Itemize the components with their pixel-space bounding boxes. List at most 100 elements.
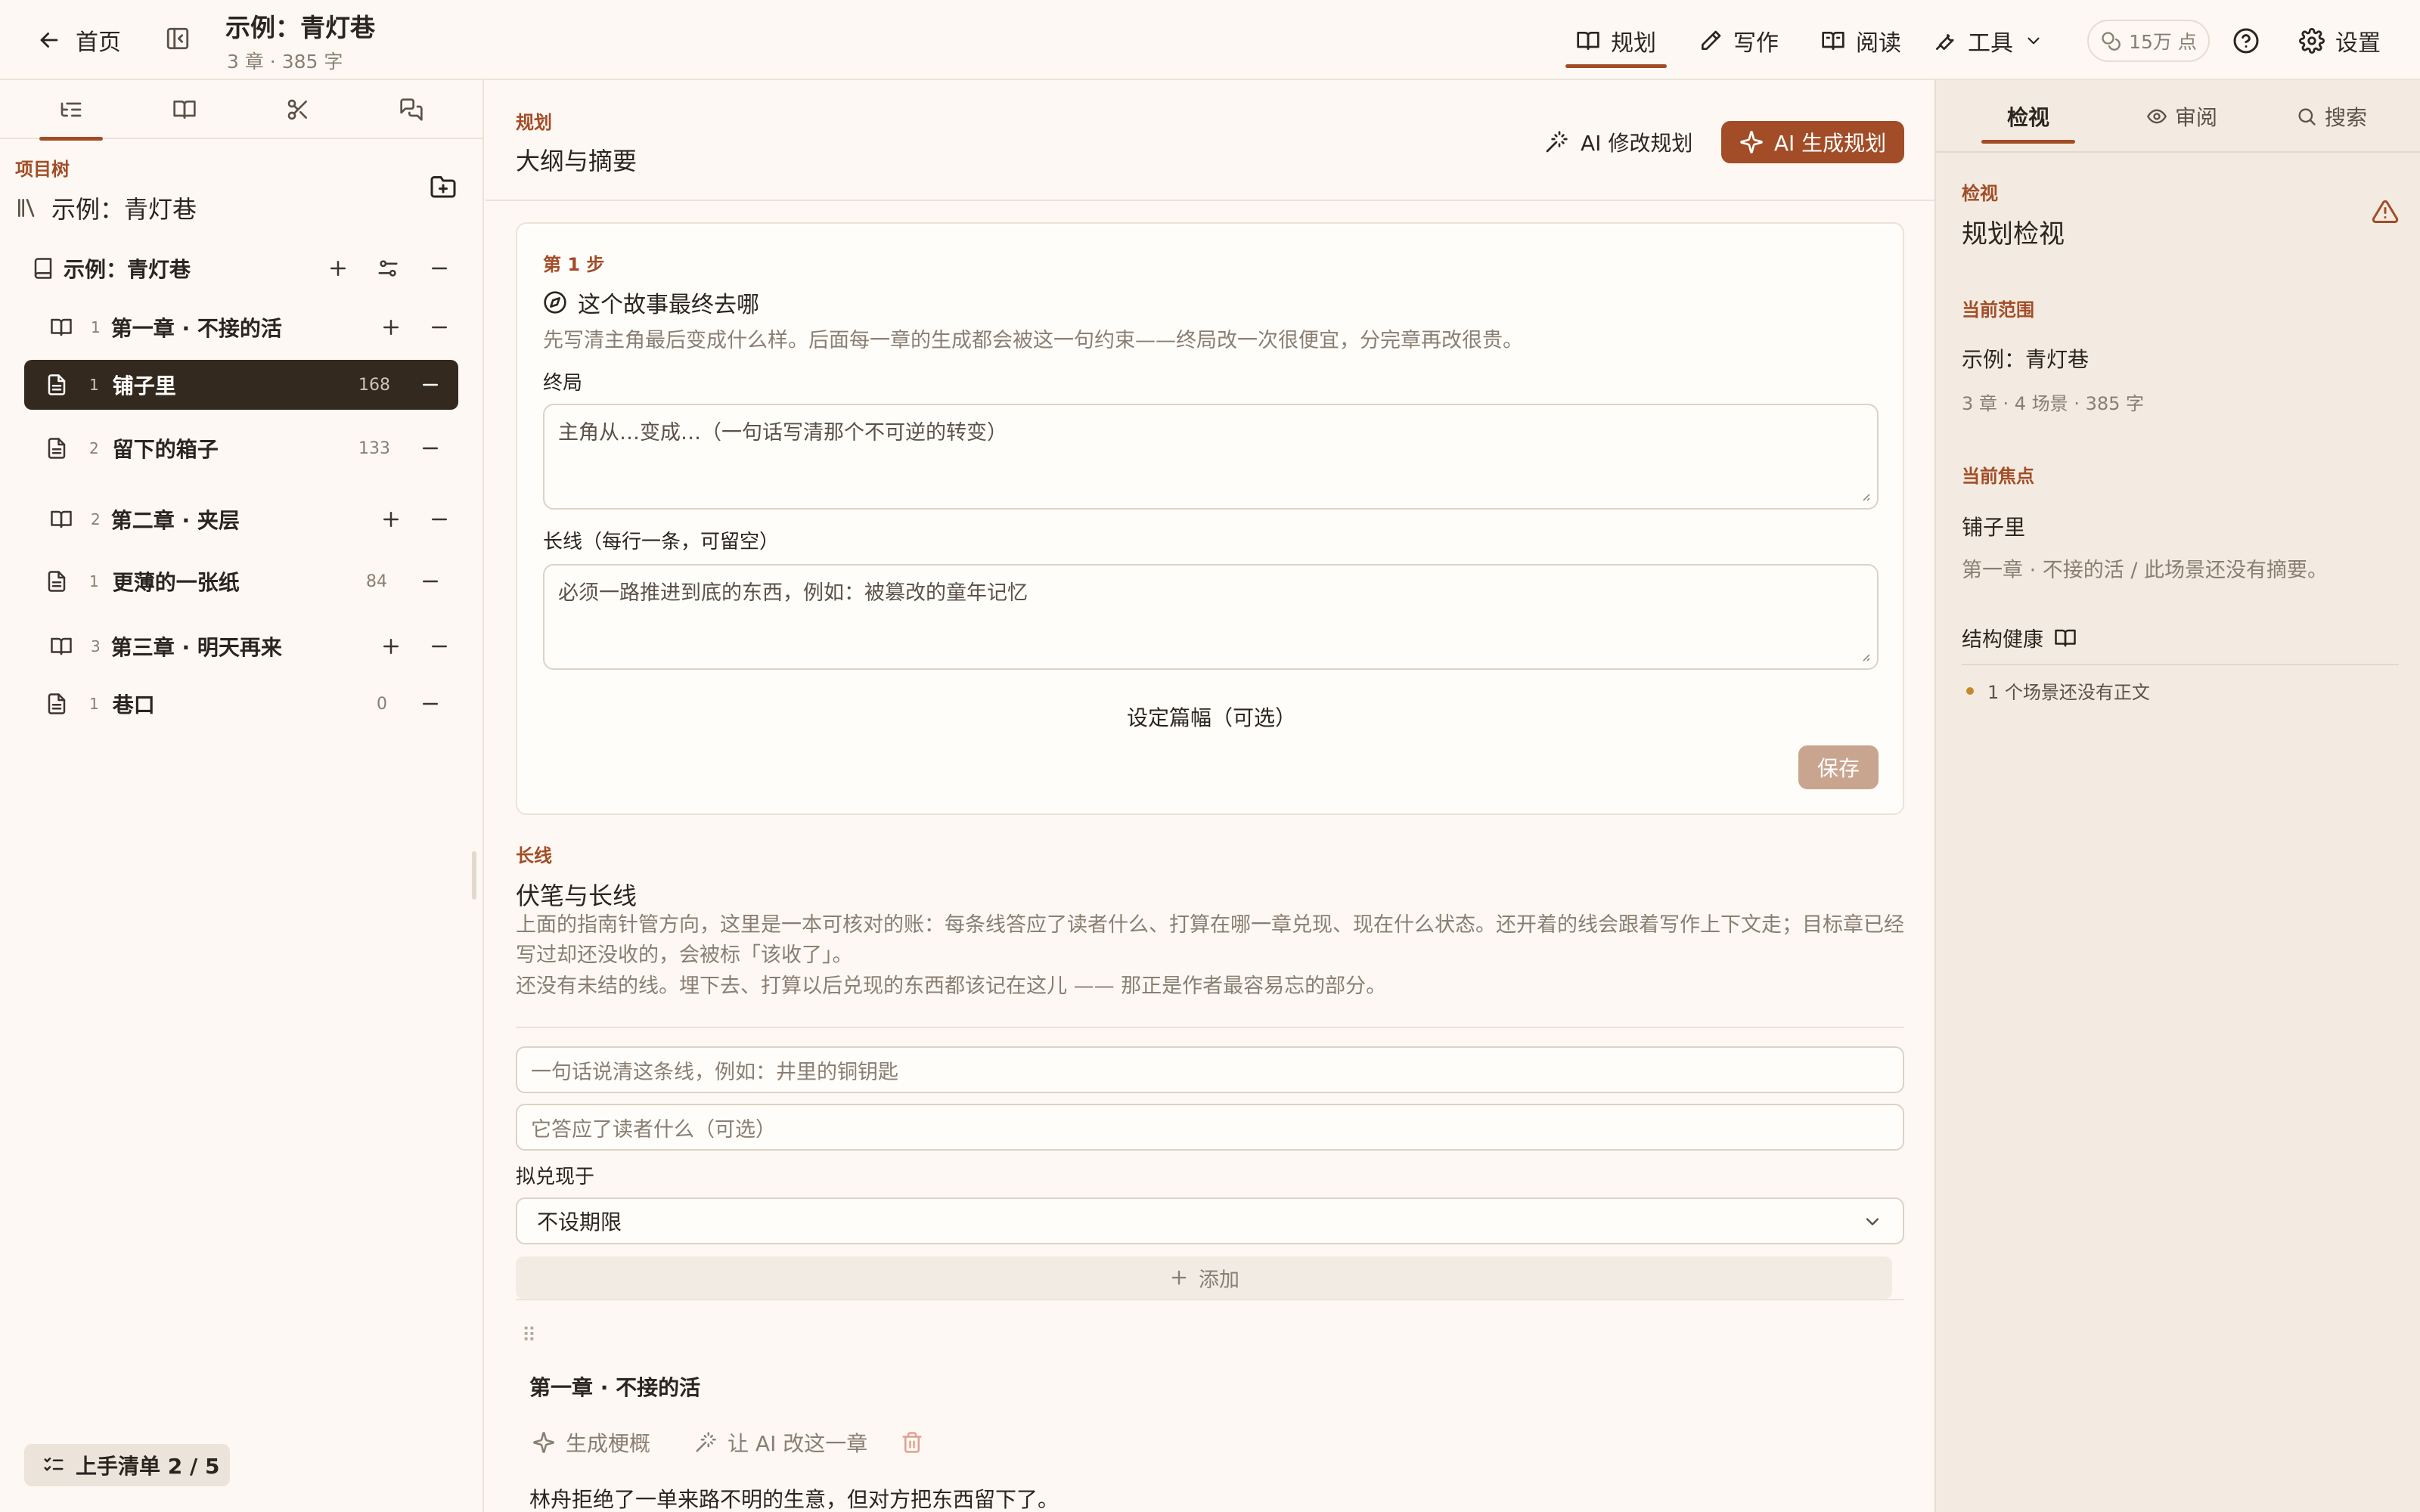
- mode-tabs: 规划 写作 阅读: [1565, 20, 1912, 68]
- top-bar: 首页 示例：青灯巷 3 章 · 385 字 规划 写作 阅读 工具 15万 点 …: [0, 0, 2420, 80]
- tools-menu-button[interactable]: 工具: [1933, 20, 2043, 62]
- ai-edit-chapter-label: 让 AI 改这一章: [728, 1431, 868, 1456]
- add-line-button[interactable]: 添加: [516, 1256, 1892, 1299]
- chevron-down-icon: [2024, 31, 2043, 51]
- back-home-button[interactable]: 首页: [36, 23, 121, 57]
- warning-icon[interactable]: [2372, 198, 2399, 225]
- ai-modify-plan-button[interactable]: AI 修改规划: [1544, 121, 1692, 163]
- points-badge[interactable]: 15万 点: [2087, 20, 2210, 62]
- collapse-icon[interactable]: [428, 316, 451, 339]
- ending-textarea[interactable]: 主角从…变成…（一句话写清那个不可逆的转变）: [543, 404, 1879, 510]
- onboarding-checklist-button[interactable]: 上手清单 2 / 5: [24, 1444, 230, 1486]
- collapse-icon[interactable]: [428, 508, 451, 531]
- promise-input-placeholder: 它答应了读者什么（可选）: [531, 1117, 776, 1142]
- library-icon: [15, 196, 39, 220]
- focus-title: 铺子里: [1962, 515, 2026, 540]
- focus-label: 当前焦点: [1962, 466, 2034, 487]
- help-icon[interactable]: [2232, 27, 2260, 54]
- sidebar-resize-handle[interactable]: [472, 851, 476, 900]
- left-sidebar: 项目树 示例：青灯巷 示例：青灯巷 1 第一章 · 不接的活 1 铺子里 168…: [0, 80, 484, 1512]
- tab-outline[interactable]: [18, 80, 124, 141]
- tab-search[interactable]: 搜索: [2296, 98, 2367, 135]
- tab-review[interactable]: 审阅: [2146, 98, 2217, 135]
- wrench-icon: [1933, 29, 1957, 53]
- tab-clips[interactable]: [245, 80, 351, 139]
- step-question-text: 这个故事最终去哪: [578, 292, 759, 318]
- project-title: 示例：青灯巷: [225, 13, 375, 42]
- collapse-icon[interactable]: [428, 257, 451, 280]
- scope-title: 示例：青灯巷: [1962, 347, 2090, 372]
- remove-icon[interactable]: [419, 692, 442, 715]
- settings-button[interactable]: 设置: [2299, 20, 2381, 62]
- pen-icon: [1699, 29, 1723, 53]
- tab-comments[interactable]: [358, 80, 464, 139]
- tree-scene-row[interactable]: 1 更薄的一张纸 84: [24, 556, 458, 606]
- tree-book-row[interactable]: 示例：青灯巷: [23, 243, 463, 293]
- chapter-card-title: 第一章 · 不接的活: [529, 1375, 701, 1400]
- tree-scene-row[interactable]: 1 铺子里 168: [24, 360, 458, 410]
- coins-icon: [2100, 30, 2121, 51]
- plus-icon[interactable]: [327, 257, 349, 280]
- drag-handle-icon[interactable]: ⠿: [522, 1325, 536, 1347]
- remove-icon[interactable]: [419, 437, 442, 460]
- mode-tab-plan[interactable]: 规划: [1565, 20, 1667, 68]
- threads-label: 长线（每行一条，可留空）: [543, 531, 780, 553]
- arrow-left-icon: [36, 27, 62, 53]
- inspect-kicker: 检视: [1962, 183, 1998, 204]
- plus-icon[interactable]: [380, 508, 402, 531]
- tree-root[interactable]: 示例：青灯巷: [15, 191, 197, 225]
- save-button[interactable]: 保存: [1798, 745, 1879, 789]
- trash-icon[interactable]: [901, 1431, 923, 1454]
- tree-root-label: 示例：青灯巷: [51, 195, 197, 224]
- divider: [1962, 664, 2399, 665]
- list-tree-icon: [59, 98, 83, 122]
- book-open-icon: [172, 98, 197, 122]
- set-length-link[interactable]: 设定篇幅（可选）: [517, 702, 1906, 732]
- lines-empty-note: 还没有未结的线。埋下去、打算以后兑现的东西都该记在这儿 —— 那正是作者最容易忘…: [516, 974, 1387, 998]
- sliders-icon[interactable]: [377, 257, 399, 280]
- chapter-number: 2: [91, 510, 101, 528]
- generate-synopsis-button[interactable]: 生成梗概: [532, 1427, 650, 1458]
- chapter-label: 第三章 · 明天再来: [110, 635, 282, 660]
- remove-icon[interactable]: [419, 373, 442, 396]
- scene-number: 1: [89, 695, 99, 713]
- due-select[interactable]: 不设期限: [516, 1198, 1904, 1244]
- tab-search-label: 搜索: [2325, 105, 2368, 130]
- list-checks-icon: [42, 1454, 65, 1476]
- resize-grip-icon: [1863, 494, 1870, 501]
- folder-plus-icon[interactable]: [430, 174, 457, 201]
- line-input[interactable]: 一句话说清这条线，例如：井里的铜钥匙: [516, 1046, 1904, 1093]
- tree-chapter-row[interactable]: 3 第三章 · 明天再来: [50, 621, 463, 671]
- health-issue-text: 1 个场景还没有正文: [1987, 682, 2150, 703]
- mode-tab-write[interactable]: 写作: [1688, 20, 1789, 62]
- step-card: 第 1 步 这个故事最终去哪 先写清主角最后变成什么样。后面每一章的生成都会被这…: [516, 222, 1904, 815]
- chevron-down-icon: [1862, 1211, 1883, 1232]
- sparkles-icon: [532, 1431, 555, 1454]
- book-open-icon: [50, 508, 73, 531]
- generate-synopsis-label: 生成梗概: [566, 1431, 651, 1456]
- remove-icon[interactable]: [419, 570, 442, 593]
- tab-inspect[interactable]: 检视: [1981, 98, 2076, 144]
- ending-placeholder: 主角从…变成…（一句话写清那个不可逆的转变）: [558, 421, 1007, 445]
- collapse-icon[interactable]: [428, 635, 451, 658]
- book-open-icon: [50, 316, 73, 339]
- sidebar-toggle-icon[interactable]: [165, 26, 191, 51]
- ai-edit-chapter-button[interactable]: 让 AI 改这一章: [694, 1427, 867, 1458]
- tree-scene-row[interactable]: 1 巷口 0: [24, 679, 458, 729]
- ai-generate-plan-button[interactable]: AI 生成规划: [1721, 121, 1904, 163]
- threads-textarea[interactable]: 必须一路推进到底的东西，例如：被篡改的童年记忆: [543, 564, 1879, 670]
- due-select-value: 不设期限: [537, 1210, 622, 1235]
- tree-scene-row[interactable]: 2 留下的箱子 133: [24, 423, 458, 473]
- scene-label: 铺子里: [112, 373, 176, 398]
- scope-label: 当前范围: [1962, 299, 2034, 321]
- plus-icon[interactable]: [380, 635, 402, 658]
- tree-chapter-row[interactable]: 2 第二章 · 夹层: [50, 494, 463, 544]
- plus-icon: [1168, 1267, 1190, 1288]
- book-open-icon[interactable]: [2054, 627, 2077, 649]
- tab-book[interactable]: [132, 80, 237, 139]
- plus-icon[interactable]: [380, 316, 402, 339]
- tree-chapter-row[interactable]: 1 第一章 · 不接的活: [50, 302, 463, 352]
- mode-tab-read[interactable]: 阅读: [1810, 20, 1912, 62]
- scene-word-count: 0: [377, 694, 387, 714]
- promise-input[interactable]: 它答应了读者什么（可选）: [516, 1104, 1904, 1151]
